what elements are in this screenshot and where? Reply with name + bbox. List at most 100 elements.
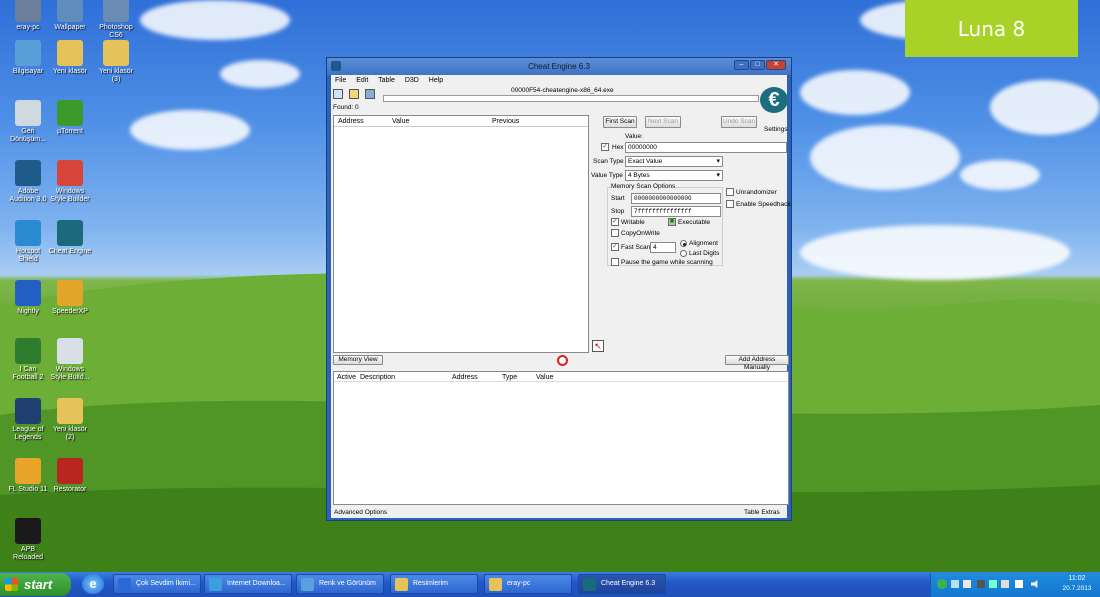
value-type-label: Value Type xyxy=(591,172,623,179)
desktop-icon[interactable]: µTorrent xyxy=(42,100,98,136)
taskbar-item[interactable]: Resimlerim xyxy=(390,574,478,594)
menu-help[interactable]: Help xyxy=(429,77,443,84)
executable-checkbox[interactable]: ■ xyxy=(668,218,676,226)
taskbar-item[interactable]: Çok Sevdim İkimi... xyxy=(113,574,201,594)
add-address-button[interactable]: Add Address Manually xyxy=(725,355,789,371)
network-icon[interactable] xyxy=(1015,580,1023,588)
pause-label: Pause the game while scanning xyxy=(621,259,713,266)
col-previous[interactable]: Previous xyxy=(492,118,519,125)
table-extras[interactable]: Table Extras xyxy=(744,509,780,516)
start-address-input[interactable]: 0000000000000000 xyxy=(631,193,721,204)
tray-icon[interactable] xyxy=(989,580,997,588)
col-value[interactable]: Value xyxy=(392,118,409,125)
col-table-address[interactable]: Address xyxy=(452,374,478,381)
internet-explorer-icon[interactable]: e xyxy=(82,574,104,594)
alignment-label: Alignment xyxy=(689,240,718,247)
pointer-scan-icon[interactable]: ↖ xyxy=(592,340,604,352)
next-scan-button[interactable]: Next Scan xyxy=(645,116,681,128)
app-icon xyxy=(15,160,41,186)
tray-icon[interactable] xyxy=(951,580,959,588)
scan-type-label: Scan Type xyxy=(593,158,624,165)
last-digits-radio[interactable] xyxy=(680,250,687,257)
cloud xyxy=(960,160,1040,190)
menu-file[interactable]: File xyxy=(335,77,346,84)
speedhack-label: Enable Speedhack xyxy=(736,201,791,208)
open-file-icon[interactable] xyxy=(349,89,359,99)
fast-scan-input[interactable]: 4 xyxy=(650,242,676,253)
maximize-icon[interactable]: □ xyxy=(750,60,765,70)
desktop-icon[interactable]: Yeni klasör (3) xyxy=(88,40,144,84)
advanced-options[interactable]: Advanced Options xyxy=(334,509,387,516)
clock-time[interactable]: 11:02 xyxy=(1055,575,1099,582)
whatsapp-icon[interactable] xyxy=(937,579,947,589)
menu-d3d[interactable]: D3D xyxy=(405,77,419,84)
cloud xyxy=(140,0,290,40)
results-list[interactable]: Address Value Previous xyxy=(333,115,589,353)
taskbar-item[interactable]: Cheat Engine 6.3 xyxy=(578,574,666,594)
alignment-radio[interactable] xyxy=(680,240,687,247)
undo-scan-button[interactable]: Undo Scan xyxy=(721,116,757,128)
app-icon xyxy=(15,0,41,22)
taskbar-item-icon xyxy=(301,578,314,591)
tray-icon[interactable] xyxy=(977,580,985,588)
tray-icon[interactable] xyxy=(1001,580,1009,588)
speedhack-checkbox[interactable] xyxy=(726,200,734,208)
hex-checkbox[interactable]: ✓ xyxy=(601,143,609,151)
taskbar-item-label: Internet Downloa... xyxy=(227,580,286,587)
cheat-engine-logo-icon[interactable]: € xyxy=(760,87,788,113)
desktop-icon-label: Photoshop CS6 xyxy=(99,24,133,39)
window-title: Cheat Engine 6.3 xyxy=(528,62,590,71)
clock-date[interactable]: 20.7.2013 xyxy=(1055,585,1099,592)
save-icon[interactable] xyxy=(365,89,375,99)
col-description[interactable]: Description xyxy=(360,374,395,381)
col-table-value[interactable]: Value xyxy=(536,374,553,381)
close-icon[interactable]: ✕ xyxy=(766,60,786,70)
copyonwrite-checkbox[interactable] xyxy=(611,229,619,237)
cheat-table[interactable]: Active Description Address Type Value xyxy=(333,371,789,505)
tray-icon[interactable] xyxy=(963,580,971,588)
taskbar-item[interactable]: Renk ve Görünüm xyxy=(296,574,384,594)
menu-table[interactable]: Table xyxy=(378,77,395,84)
pause-checkbox[interactable] xyxy=(611,258,619,266)
minimize-icon[interactable]: – xyxy=(734,60,749,70)
desktop-icon-label: Cheat Engine xyxy=(48,248,92,255)
desktop-icon[interactable]: SpeederXP xyxy=(42,280,98,316)
title-bar[interactable]: Cheat Engine 6.3 – □ ✕ xyxy=(327,58,791,75)
fast-scan-checkbox[interactable]: ✓ xyxy=(611,243,619,251)
col-type[interactable]: Type xyxy=(502,374,517,381)
unrandomizer-checkbox[interactable] xyxy=(726,188,734,196)
volume-icon[interactable] xyxy=(1031,580,1038,588)
taskbar-item[interactable]: eray-pc xyxy=(484,574,572,594)
desktop-icon[interactable]: Photoshop CS6 xyxy=(88,0,144,40)
stop-icon[interactable] xyxy=(557,355,568,366)
desktop-icon[interactable]: Cheat Engine xyxy=(42,220,98,256)
cloud xyxy=(990,80,1100,135)
app-icon xyxy=(15,458,41,484)
taskbar-item[interactable]: Internet Downloa... xyxy=(204,574,292,594)
scan-type-select[interactable]: Exact Value xyxy=(625,156,723,167)
first-scan-button[interactable]: First Scan xyxy=(603,116,637,128)
col-address[interactable]: Address xyxy=(338,118,364,125)
col-active[interactable]: Active xyxy=(337,374,356,381)
desktop-icon[interactable]: APB Reloaded xyxy=(0,518,56,562)
app-icon xyxy=(15,338,41,364)
cloud xyxy=(810,125,960,190)
menu-edit[interactable]: Edit xyxy=(356,77,368,84)
app-icon xyxy=(57,398,83,424)
value-type-select[interactable]: 4 Bytes xyxy=(625,170,723,181)
writable-checkbox[interactable]: ✓ xyxy=(611,218,619,226)
desktop-icon-label: Yeni klasör (3) xyxy=(99,68,133,83)
system-tray: 11:02 20.7.2013 xyxy=(930,573,1100,597)
value-input[interactable]: 00000000 xyxy=(625,142,787,153)
stop-address-input[interactable]: 7fffffffffffffff xyxy=(631,206,721,217)
desktop-icon[interactable]: Yeni klasör (2) xyxy=(42,398,98,442)
desktop-icon[interactable]: Windows Style Builder xyxy=(42,160,98,204)
memory-view-button[interactable]: Memory View xyxy=(333,355,383,365)
app-icon xyxy=(15,518,41,544)
start-button[interactable]: start xyxy=(0,573,71,596)
app-icon xyxy=(15,220,41,246)
open-process-icon[interactable] xyxy=(333,89,343,99)
desktop-icon[interactable]: Restorator xyxy=(42,458,98,494)
settings-label[interactable]: Settings xyxy=(764,126,788,133)
desktop-icon[interactable]: Windows Style Build... xyxy=(42,338,98,382)
